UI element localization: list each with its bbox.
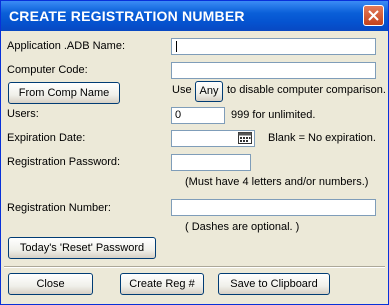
close-window-button[interactable] [363,5,384,26]
window-title: CREATE REGISTRATION NUMBER [9,8,245,24]
close-button[interactable]: Close [8,273,93,295]
password-hint: (Must have 4 letters and/or numbers.) [185,176,369,188]
footer-divider [4,266,385,268]
create-reg-button[interactable]: Create Reg # [120,273,204,295]
app-name-input[interactable] [171,38,376,55]
text-caret [176,41,177,52]
registration-number-input[interactable] [171,199,376,216]
app-name-label: Application .ADB Name: [7,40,125,52]
unlimited-hint: 999 for unlimited. [231,109,316,121]
registration-number-label: Registration Number: [7,202,111,214]
expiration-date-label: Expiration Date: [7,132,86,144]
disable-comparison-text: to disable computer comparison. [227,84,386,96]
computer-code-input[interactable] [171,62,376,79]
dialog-window: CREATE REGISTRATION NUMBER Application .… [0,0,389,305]
use-label: Use [172,84,192,96]
title-bar[interactable]: CREATE REGISTRATION NUMBER [1,1,388,31]
save-to-clipboard-button[interactable]: Save to Clipboard [218,273,330,295]
registration-password-label: Registration Password: [7,156,121,168]
close-icon [368,10,379,21]
users-value: 0 [175,109,182,121]
blank-no-expiration-hint: Blank = No expiration. [268,132,376,144]
registration-password-input[interactable] [171,154,251,171]
any-button[interactable]: Any [195,81,223,102]
computer-code-label: Computer Code: [7,64,88,76]
users-input[interactable]: 0 [171,107,225,124]
from-comp-name-button[interactable]: From Comp Name [8,82,120,104]
calendar-icon[interactable] [238,132,252,144]
dashes-hint: ( Dashes are optional. ) [185,221,300,233]
reset-password-button[interactable]: Today's 'Reset' Password [8,237,156,259]
users-label: Users: [7,108,39,120]
